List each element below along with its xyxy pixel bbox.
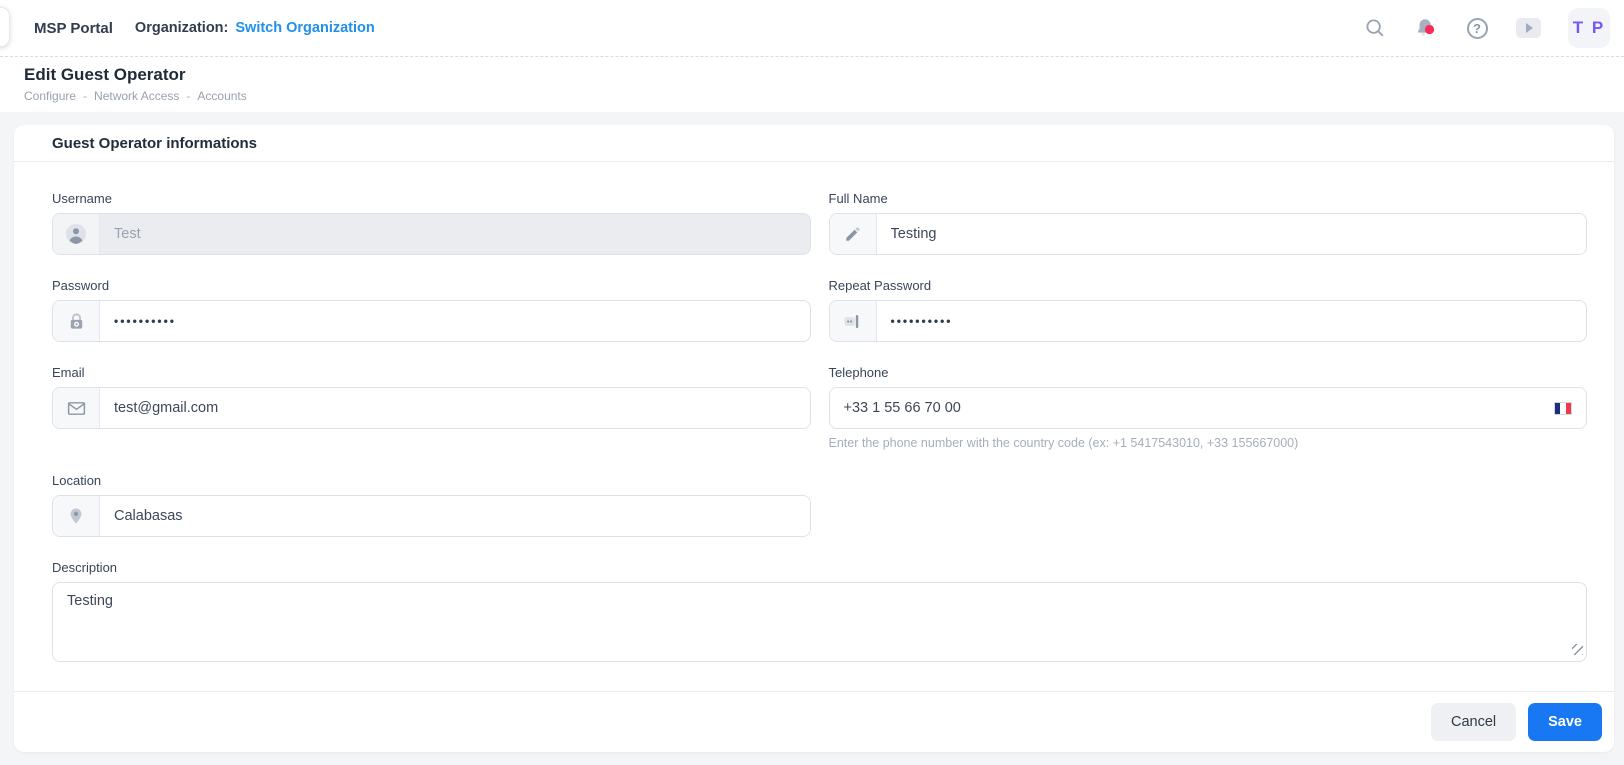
full-name-field: Full Name: [828, 191, 1587, 255]
email-input[interactable]: [100, 388, 810, 428]
email-label: Email: [52, 365, 85, 380]
password-field: Password: [52, 278, 811, 342]
topbar-actions: ? T P: [1363, 8, 1610, 48]
full-name-input-group: [828, 213, 1587, 255]
france-flag-icon: [1554, 402, 1572, 415]
notifications-bell-icon[interactable]: [1414, 16, 1438, 40]
repeat-password-field: Repeat Password: [828, 278, 1587, 342]
search-icon[interactable]: [1363, 16, 1387, 40]
repeat-password-input-group: [828, 300, 1587, 342]
play-tour-icon[interactable]: [1516, 18, 1541, 38]
username-input-group: [52, 213, 811, 255]
top-bar: MSP Portal Organization: Switch Organiza…: [0, 0, 1624, 56]
telephone-label: Telephone: [828, 365, 889, 380]
breadcrumb-network-access[interactable]: Network Access: [94, 89, 179, 103]
lock-icon: [53, 301, 100, 341]
map-pin-icon: [53, 496, 100, 536]
envelope-icon: [53, 388, 100, 428]
email-input-group: [52, 387, 811, 429]
password-input[interactable]: [100, 301, 810, 341]
organization-label: Organization:: [134, 20, 229, 36]
full-name-label: Full Name: [828, 191, 888, 206]
repeat-password-label: Repeat Password: [828, 278, 932, 293]
cancel-button[interactable]: Cancel: [1430, 703, 1517, 741]
switch-organization-link[interactable]: Switch Organization: [235, 20, 374, 36]
resize-handle-icon[interactable]: [1572, 644, 1583, 655]
user-avatar[interactable]: T P: [1568, 8, 1610, 48]
user-icon: [53, 214, 100, 254]
telephone-input-group: [828, 387, 1587, 429]
guest-operator-card: Guest Operator informations Username Tes…: [14, 125, 1614, 752]
app-brand: MSP Portal: [34, 19, 113, 37]
description-textarea[interactable]: Testing: [52, 582, 1587, 662]
description-label: Description: [52, 560, 118, 575]
help-icon[interactable]: ?: [1465, 16, 1489, 40]
breadcrumb-accounts[interactable]: Accounts: [197, 89, 246, 103]
location-input[interactable]: [100, 496, 810, 536]
page-content: Guest Operator informations Username Tes…: [0, 112, 1624, 765]
pencil-icon: [829, 214, 877, 254]
location-input-group: [52, 495, 811, 537]
telephone-input[interactable]: [829, 388, 1586, 428]
telephone-helper-text: Enter the phone number with the country …: [828, 436, 1299, 450]
username-label: Username: [52, 191, 112, 206]
telephone-field: Telephone Enter the phone number with th…: [828, 365, 1587, 450]
password-label: Password: [52, 278, 110, 293]
empty-cell: [829, 473, 1588, 537]
page-header: Edit Guest Operator Configure - Network …: [0, 56, 1624, 112]
card-title: Guest Operator informations: [14, 125, 1614, 162]
repeat-password-input[interactable]: [876, 301, 1586, 341]
location-label: Location: [52, 473, 102, 488]
sidebar-toggle-tab[interactable]: [0, 7, 10, 47]
save-button[interactable]: Save: [1528, 703, 1602, 741]
email-field: Email: [52, 365, 811, 450]
organization-switcher: Organization: Switch Organization: [135, 20, 375, 36]
card-body: Username Full Name: [14, 162, 1614, 691]
username-input: [100, 214, 810, 254]
full-name-input[interactable]: [876, 214, 1586, 254]
breadcrumb-configure[interactable]: Configure: [24, 89, 76, 103]
card-footer: Cancel Save: [14, 691, 1614, 752]
repeat-password-icon: [829, 301, 877, 341]
location-field: Location: [52, 473, 811, 537]
breadcrumb: Configure - Network Access - Accounts: [24, 89, 247, 103]
description-field: Description Testing: [52, 560, 1587, 662]
password-input-group: [52, 300, 811, 342]
username-field: Username: [52, 191, 811, 255]
page-title: Edit Guest Operator: [24, 65, 186, 84]
